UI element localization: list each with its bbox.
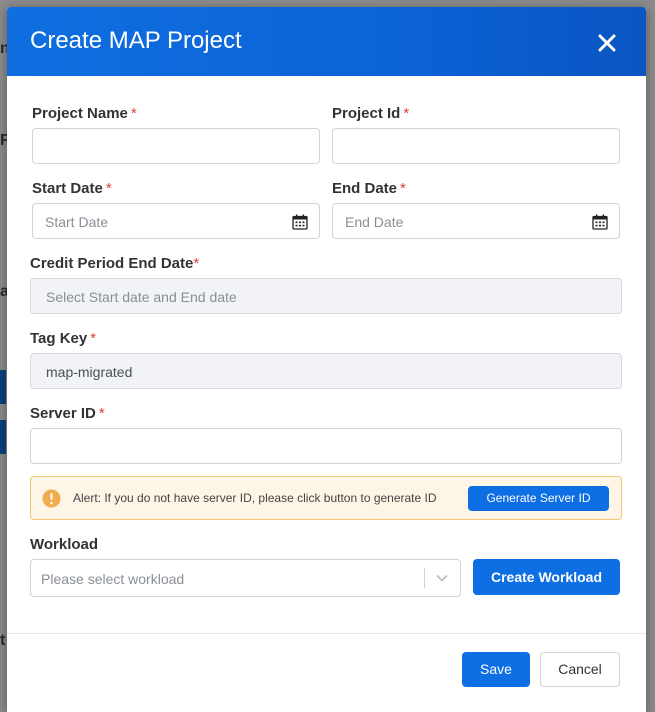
dialog-header: Create MAP Project [7, 7, 646, 76]
warning-icon [42, 489, 61, 508]
calendar-icon[interactable] [292, 214, 308, 230]
tag-key-label: Tag Key * [30, 330, 97, 347]
alert-message: Alert: If you do not have server ID, ple… [73, 491, 437, 505]
required-mark: * [90, 330, 97, 347]
project-id-input[interactable] [332, 128, 620, 164]
generate-server-id-button[interactable]: Generate Server ID [468, 486, 609, 511]
create-workload-button[interactable]: Create Workload [473, 559, 620, 595]
required-mark: * [400, 180, 406, 197]
server-id-alert: Alert: If you do not have server ID, ple… [30, 476, 622, 520]
start-date-label: Start Date * [32, 180, 112, 197]
end-date-label: End Date * [332, 180, 406, 197]
background-bar [0, 420, 6, 454]
project-id-label: Project Id * [332, 105, 410, 122]
project-name-input[interactable] [32, 128, 320, 164]
credit-period-end-date-field: Select Start date and End date [30, 278, 622, 314]
workload-select[interactable]: Please select workload [30, 559, 461, 597]
server-id-input[interactable] [30, 428, 622, 464]
close-icon[interactable] [592, 28, 622, 58]
tag-key-field: map-migrated [30, 353, 622, 389]
required-mark: * [105, 180, 112, 197]
footer-divider [7, 633, 646, 634]
calendar-icon[interactable] [592, 214, 608, 230]
credit-period-end-date-label: Credit Period End Date* [30, 255, 200, 272]
select-divider [424, 568, 425, 588]
dialog-title: Create MAP Project [30, 27, 242, 54]
project-name-label: Project Name * [32, 105, 137, 122]
background-fragment: t [0, 632, 6, 649]
start-date-input[interactable]: Start Date [32, 203, 320, 239]
server-id-label: Server ID * [30, 405, 105, 422]
background-bar [0, 370, 6, 404]
required-mark: * [130, 105, 137, 122]
required-mark: * [98, 405, 105, 422]
required-mark: * [193, 255, 200, 272]
end-date-input[interactable]: End Date [332, 203, 620, 239]
cancel-button[interactable]: Cancel [540, 652, 620, 687]
chevron-down-icon[interactable] [435, 572, 449, 584]
create-map-project-dialog: Create MAP Project Project Name * Project… [7, 7, 646, 712]
required-mark: * [403, 105, 410, 122]
workload-label: Workload [30, 536, 99, 553]
save-button[interactable]: Save [462, 652, 530, 687]
